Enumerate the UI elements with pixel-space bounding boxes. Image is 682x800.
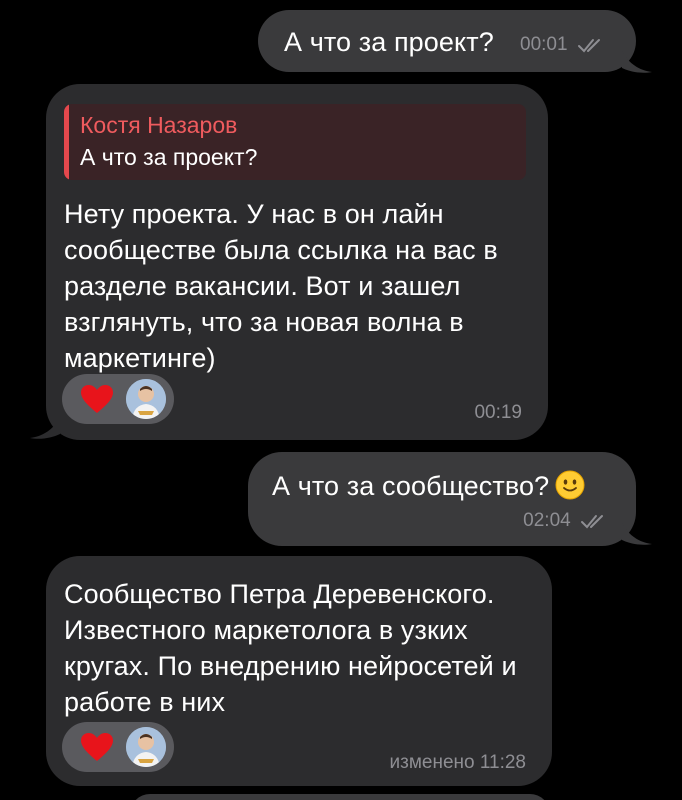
bubble-tail [622,50,652,73]
double-check-icon [577,38,600,53]
heart-icon [81,733,113,761]
message-bubble-partial[interactable] [130,794,550,800]
chat-view: А что за проект? 00:01 Костя Назаров А ч… [0,0,682,800]
message-text: А что за проект? [284,27,494,57]
double-check-icon [581,514,603,529]
message-bubble-incoming[interactable]: Костя Назаров А что за проект? Нету прое… [46,84,548,440]
reaction-pill[interactable] [62,374,174,424]
message-text: Сообщество Петра Деревенского. Известног… [64,579,517,717]
message-time: 02:04 [523,510,610,532]
reply-quote[interactable]: Костя Назаров А что за проект? [64,104,526,180]
time-label: 02:04 [523,510,571,531]
avatar [126,379,166,419]
avatar [126,727,166,767]
reply-author: Костя Назаров [80,112,238,138]
message-time: 00:01 [520,34,607,56]
bubble-tail [622,522,652,545]
message-text: Нету проекта. У нас в он лайн сообществе… [64,199,498,373]
message-bubble-outgoing[interactable]: А что за сообщество? 02:04 [248,452,636,546]
message-bubble-outgoing[interactable]: А что за проект? 00:01 [258,10,636,72]
message-text: А что за сообщество? [272,468,585,504]
reply-accent-bar [64,104,69,180]
message-bubble-incoming[interactable]: Сообщество Петра Деревенского. Известног… [46,556,552,786]
reaction-pill[interactable] [62,722,174,772]
message-time: 00:19 [474,402,522,423]
reply-text: А что за проект? [80,144,258,170]
heart-icon [81,385,113,413]
message-time: изменено 11:28 [389,752,527,773]
smiley-emoji-icon [555,470,585,500]
time-label: 00:01 [520,34,568,55]
bubble-tail [30,416,60,439]
message-text-content: А что за сообщество? [272,471,550,501]
